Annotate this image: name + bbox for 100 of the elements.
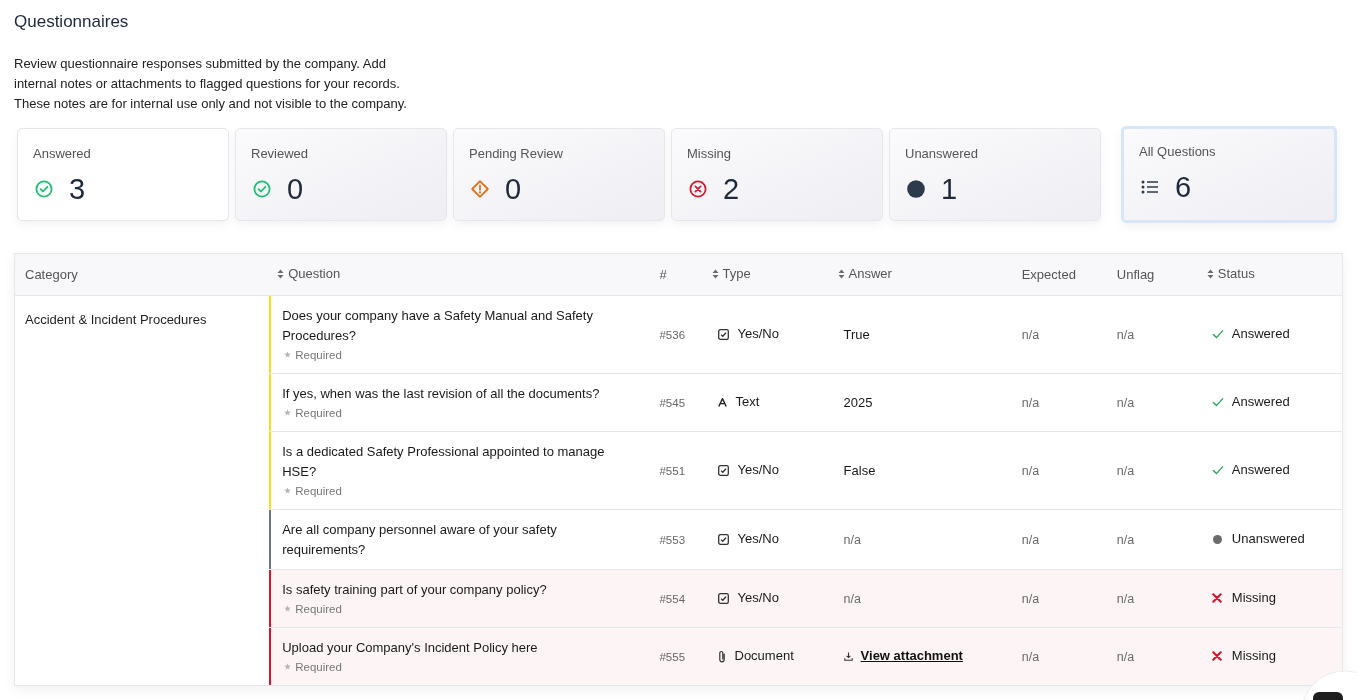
stat-count: 6 — [1175, 171, 1192, 203]
question-text: Does your company have a Safety Manual and Safety Procedures? — [282, 306, 594, 345]
star-icon — [284, 663, 292, 670]
star-icon — [284, 487, 292, 494]
check-icon — [1211, 397, 1224, 407]
page-description: Review questionnaire responses submitted by the company. Add internal notes or attachments to flagged questions for your records. These notes are for internal use only and not visible to the company. — [14, 55, 408, 113]
stat-label: Unanswered — [905, 145, 978, 163]
answer-value: 2025 — [843, 395, 873, 410]
star-icon — [284, 409, 292, 416]
question-text: Upload your Company's Incident Policy here — [282, 638, 538, 657]
expected-value: n/a — [1021, 650, 1040, 664]
required-label: Required — [295, 659, 342, 675]
stat-card[interactable]: Pending Review 0 — [453, 128, 665, 221]
question-number: #545 — [659, 397, 686, 409]
answer-value: False — [843, 463, 876, 478]
stat-card[interactable]: All Questions 6 — [1121, 126, 1337, 223]
cross-icon — [1211, 593, 1222, 603]
answer-value: True — [843, 327, 870, 342]
stat-label: Reviewed — [251, 145, 309, 163]
sort-icon — [711, 269, 719, 280]
check-icon — [1211, 329, 1224, 339]
unflag-value: n/a — [1116, 592, 1135, 606]
check-circle-icon — [35, 180, 53, 198]
expected-value: n/a — [1021, 533, 1040, 547]
sort-icon — [837, 269, 845, 280]
type-label: Yes/No — [737, 461, 779, 480]
stat-card[interactable]: Reviewed 0 — [235, 128, 447, 221]
question-number: #554 — [659, 593, 686, 605]
stat-card[interactable]: Answered 3 — [17, 128, 229, 221]
x-circle-icon — [689, 180, 707, 198]
column-header[interactable]: Answer — [837, 265, 892, 284]
list-icon — [1141, 178, 1159, 196]
sort-icon — [277, 269, 285, 280]
star-icon — [284, 351, 292, 358]
stat-label: Answered — [33, 145, 91, 163]
checkbox-icon — [717, 592, 729, 604]
expected-value: n/a — [1021, 328, 1040, 342]
answer-value: n/a — [843, 592, 861, 606]
question-text: If yes, when was the last revision of all the documents? — [282, 384, 600, 403]
stat-count: 0 — [287, 173, 304, 205]
question-text: Is a dedicated Safety Professional appointed to manage HSE? — [282, 442, 606, 481]
question-text: Are all company personnel aware of your safety requirements? — [282, 520, 558, 559]
star-icon — [284, 605, 292, 612]
type-label: Yes/No — [737, 530, 779, 549]
unflag-value: n/a — [1116, 650, 1135, 664]
question-text: Is safety training part of your company policy? — [282, 580, 547, 599]
answer-value: n/a — [843, 533, 861, 547]
warning-diamond-icon — [471, 180, 489, 198]
chat-launcher-button[interactable] — [1300, 670, 1357, 700]
expected-value: n/a — [1021, 396, 1040, 410]
stat-count: 1 — [941, 173, 958, 205]
page-title: Questionnaires — [14, 11, 129, 33]
column-header: Unflag — [1116, 267, 1155, 283]
required-label: Required — [295, 601, 342, 617]
letter-a-icon — [717, 397, 727, 407]
question-number: #551 — [659, 465, 686, 477]
required-label: Required — [295, 347, 342, 363]
category-name: Accident & Incident Procedures — [25, 311, 207, 327]
stat-label: Pending Review — [469, 145, 563, 163]
question-number: #536 — [659, 329, 686, 341]
stat-card[interactable]: Unanswered 1 — [889, 128, 1101, 221]
column-header: Category — [25, 267, 78, 283]
status-label: Missing — [1231, 589, 1276, 608]
check-circle-icon — [253, 180, 271, 198]
type-label: Document — [734, 647, 794, 666]
expected-value: n/a — [1021, 464, 1040, 478]
question-number: #555 — [659, 651, 686, 663]
required-label: Required — [295, 483, 342, 499]
unflag-value: n/a — [1116, 396, 1135, 410]
column-header[interactable]: Status — [1206, 265, 1255, 284]
column-header: Expected — [1021, 267, 1076, 283]
unflag-value: n/a — [1116, 533, 1135, 547]
type-label: Yes/No — [737, 589, 779, 608]
check-icon — [1211, 465, 1224, 475]
stat-label: Missing — [687, 145, 732, 163]
cross-icon — [1211, 651, 1222, 661]
stat-count: 3 — [69, 173, 86, 205]
type-label: Text — [735, 393, 760, 412]
stat-count: 2 — [723, 173, 740, 205]
dot-icon — [1212, 534, 1222, 544]
attachment-link[interactable]: View attachment — [860, 646, 963, 666]
checkbox-icon — [717, 464, 729, 476]
unflag-value: n/a — [1116, 328, 1135, 342]
stat-card[interactable]: Missing 2 — [671, 128, 883, 221]
checkbox-icon — [717, 533, 729, 545]
column-header: # — [659, 267, 667, 283]
paperclip-icon — [717, 649, 726, 663]
checkbox-icon — [717, 328, 729, 340]
type-label: Yes/No — [737, 325, 779, 344]
status-label: Answered — [1231, 325, 1290, 344]
sort-icon — [1206, 269, 1214, 280]
status-label: Unanswered — [1231, 530, 1305, 549]
question-number: #553 — [659, 534, 686, 546]
status-label: Answered — [1231, 461, 1290, 480]
column-header[interactable]: Type — [711, 265, 751, 284]
column-header[interactable]: Question — [277, 265, 341, 284]
status-label: Missing — [1231, 647, 1276, 666]
required-label: Required — [295, 405, 342, 421]
status-label: Answered — [1231, 393, 1290, 412]
stat-label: All Questions — [1139, 143, 1216, 161]
